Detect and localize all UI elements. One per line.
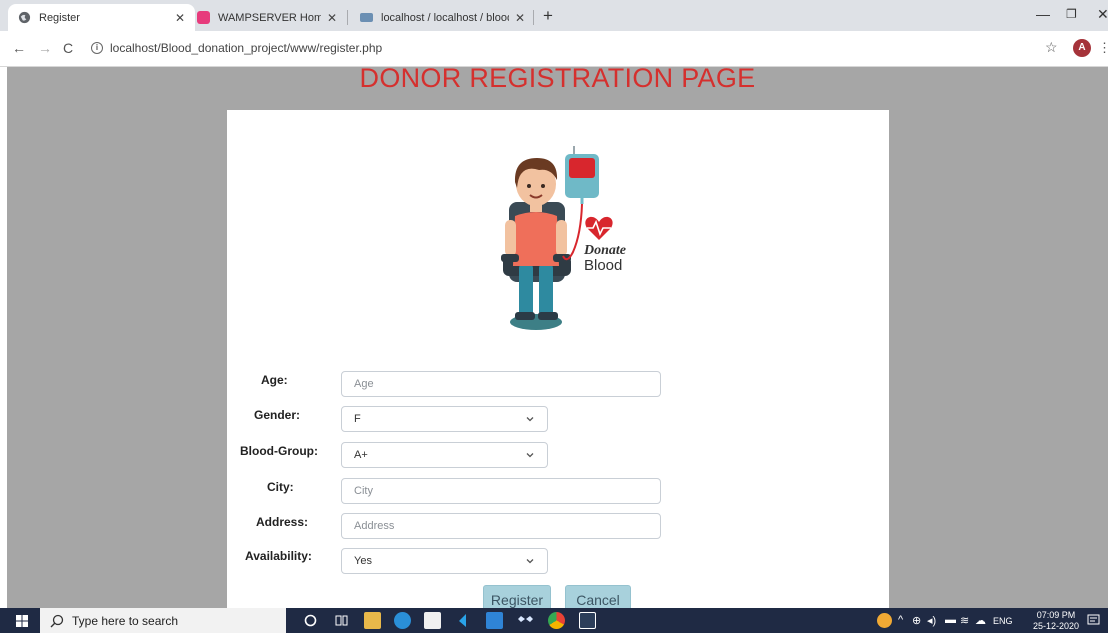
language-indicator[interactable]: ENG	[993, 616, 1013, 626]
tab-title: localhost / localhost / blood_mar	[381, 11, 509, 24]
close-tab-icon[interactable]: ✕	[175, 11, 185, 25]
address-label: Address:	[256, 515, 309, 529]
vscode-icon[interactable]	[455, 612, 472, 629]
tab-phpmyadmin[interactable]: localhost / localhost / blood_mar ✕	[350, 4, 535, 31]
tab-wampserver[interactable]: WAMPSERVER Homepage ✕	[187, 4, 347, 31]
network-icon[interactable]: ⊕	[912, 614, 921, 627]
browser-menu-icon[interactable]: ⋮	[1098, 40, 1108, 56]
address-input[interactable]	[341, 513, 661, 539]
register-button[interactable]: Register	[483, 585, 551, 608]
logo-text-donate: Donate	[583, 243, 626, 258]
maximize-icon[interactable]: ❐	[1066, 7, 1077, 21]
phpmyadmin-icon	[360, 13, 373, 22]
reload-icon[interactable]: C	[63, 40, 73, 56]
address-bar: ← → C i localhost/Blood_donation_project…	[0, 31, 1108, 67]
minimize-icon[interactable]: —	[1036, 6, 1050, 22]
availability-label: Availability:	[245, 549, 312, 563]
forward-arrow-icon[interactable]: →	[38, 40, 52, 56]
wampserver-icon	[197, 11, 210, 24]
chrome-icon[interactable]	[548, 612, 565, 629]
gender-label: Gender:	[254, 408, 301, 422]
notifications-icon[interactable]	[1086, 613, 1101, 628]
back-arrow-icon[interactable]: ←	[12, 40, 26, 56]
availability-selected-value: Yes	[354, 555, 372, 567]
search-icon	[50, 614, 64, 627]
chevron-down-icon	[526, 559, 534, 564]
taskbar-clock[interactable]: 07:09 PM 25-12-2020	[1033, 610, 1079, 632]
battery-icon[interactable]: ▬	[945, 614, 956, 626]
gender-selected-value: F	[354, 413, 361, 425]
help-icon[interactable]	[877, 613, 892, 628]
logo-text-blood: Blood	[584, 257, 622, 274]
close-tab-icon[interactable]: ✕	[515, 11, 525, 25]
store-icon[interactable]	[424, 612, 441, 629]
taskbar-search-box[interactable]: Type here to search	[40, 608, 286, 633]
tray-chevron-icon[interactable]: ^	[898, 614, 903, 626]
city-label: City:	[267, 480, 294, 494]
page-body: DONOR REGISTRATION PAGE Donate Blood Age…	[7, 67, 1108, 608]
age-label: Age:	[261, 373, 288, 387]
chevron-down-icon	[526, 417, 534, 422]
new-tab-button[interactable]: +	[543, 6, 553, 26]
tab-title: WAMPSERVER Homepage	[218, 11, 321, 24]
close-window-icon[interactable]: ✕	[1097, 6, 1108, 23]
mail-icon[interactable]	[486, 612, 503, 629]
close-tab-icon[interactable]: ✕	[327, 11, 337, 25]
city-input[interactable]	[341, 478, 661, 504]
cancel-button[interactable]: Cancel	[565, 585, 631, 608]
chevron-down-icon	[526, 453, 534, 458]
windows-taskbar: Type here to search ^ ⊕ ◂) ▬ ≋ ☁ ENG 07:…	[0, 608, 1108, 633]
availability-select[interactable]: Yes	[341, 548, 548, 574]
windows-start-icon[interactable]	[16, 615, 28, 627]
tab-separator	[533, 10, 534, 25]
gender-select[interactable]: F	[341, 406, 548, 432]
wifi-icon[interactable]: ≋	[960, 614, 969, 627]
cortana-icon[interactable]	[302, 612, 319, 629]
profile-avatar[interactable]: A	[1073, 39, 1091, 57]
globe-icon	[18, 11, 31, 24]
clock-time: 07:09 PM	[1036, 610, 1076, 620]
donate-blood-illustration: Donate Blood	[501, 146, 626, 330]
page-title: DONOR REGISTRATION PAGE	[359, 67, 756, 93]
taskbar-search-placeholder: Type here to search	[72, 613, 179, 628]
tab-separator	[347, 10, 348, 25]
age-input[interactable]	[341, 371, 661, 397]
file-explorer-icon[interactable]	[364, 612, 381, 629]
blood-group-selected-value: A+	[354, 449, 368, 461]
clock-date: 25-12-2020	[1033, 621, 1080, 631]
edge-browser-icon[interactable]	[394, 612, 411, 629]
tab-register[interactable]: Register ✕	[8, 4, 195, 31]
task-view-icon[interactable]	[333, 612, 350, 629]
info-icon[interactable]: i	[91, 42, 103, 54]
blood-group-select[interactable]: A+	[341, 442, 548, 468]
url-field[interactable]: localhost/Blood_donation_project/www/reg…	[110, 41, 382, 55]
bookmark-star-icon[interactable]: ☆	[1045, 39, 1058, 56]
dropbox-icon[interactable]	[517, 612, 534, 629]
registration-card: Donate Blood Age: Gender: F Blood-Group:…	[227, 110, 889, 608]
app-icon[interactable]	[579, 612, 596, 629]
browser-tab-bar: Register ✕ WAMPSERVER Homepage ✕ localho…	[0, 0, 1108, 31]
tab-title: Register	[39, 11, 80, 24]
onedrive-icon[interactable]: ☁	[975, 614, 986, 627]
blood-group-label: Blood-Group:	[240, 444, 318, 458]
volume-icon[interactable]: ◂)	[927, 614, 936, 627]
